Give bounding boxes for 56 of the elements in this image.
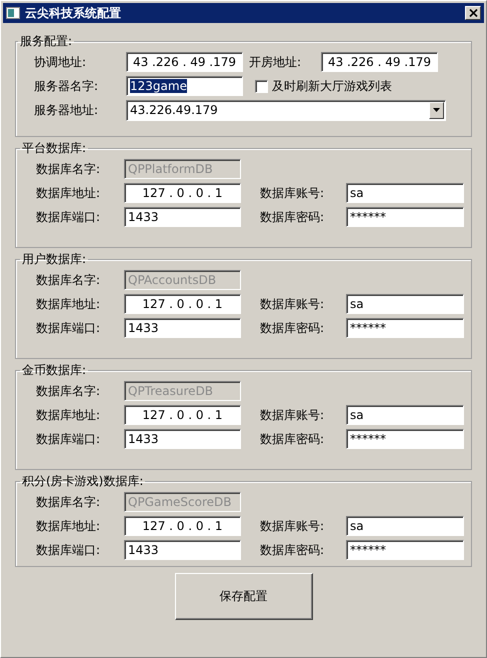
field-label: 数据库名字: [36, 160, 102, 178]
save-button[interactable]: 保存配置 [174, 573, 312, 620]
password-field[interactable]: ****** [346, 318, 464, 338]
field-label: 数据库端口: [36, 430, 102, 448]
field-label: 数据库密码: [259, 208, 326, 226]
ip-address-field[interactable]: 127 . 0 . 0 . 1 [124, 405, 241, 425]
field-label: 数据库账号: [259, 518, 326, 534]
group-title: 用户数据库: [21, 251, 88, 268]
window-icon [6, 7, 20, 19]
input-field[interactable]: 1433 [124, 429, 241, 449]
field-label: 数据库密码: [259, 320, 326, 336]
close-button[interactable] [465, 6, 481, 20]
field-label: 数据库账号: [259, 296, 326, 312]
ip-address-field[interactable]: 127 . 0 . 0 . 1 [124, 183, 241, 203]
field-label: 协调地址: [34, 54, 88, 70]
field-label: 数据库名字: [36, 272, 102, 288]
input-field[interactable]: 1433 [124, 318, 241, 338]
field-label: 数据库名字: [36, 382, 102, 400]
window-title: 云尖科技系统配置 [25, 4, 122, 22]
field-label: 数据库账号: [259, 406, 326, 424]
field-label: 数据库名字: [36, 494, 102, 510]
group-title: 平台数据库: [21, 140, 88, 157]
input-field[interactable]: sa [346, 183, 464, 203]
close-icon[interactable] [468, 9, 478, 17]
field-label: 服务器名字: [34, 78, 100, 94]
field-label: 数据库端口: [36, 320, 102, 336]
ip-address-field[interactable]: 127 . 0 . 0 . 1 [124, 294, 241, 314]
field-label: 数据库地址: [36, 406, 102, 424]
field-label: 数据库地址: [36, 518, 102, 534]
field-label: 数据库地址: [36, 184, 102, 202]
ip-address-field[interactable]: 127 . 0 . 0 . 1 [124, 516, 241, 536]
input-field[interactable]: 1433 [124, 540, 241, 560]
checkbox-label[interactable]: 及时刷新大厅游戏列表 [272, 78, 392, 94]
password-field[interactable]: ****** [346, 540, 464, 560]
password-field[interactable]: ****** [346, 207, 464, 227]
checkbox[interactable] [255, 80, 268, 92]
field-label: 数据库端口: [36, 208, 102, 226]
group-title: 服务配置: [19, 33, 74, 50]
group-title: 积分(房卡游戏)数据库: [21, 473, 144, 490]
field-label: 数据库账号: [259, 184, 326, 202]
dropdown[interactable]: 43.226.49.179 [126, 100, 446, 120]
field-label: 数据库密码: [259, 542, 326, 558]
input-field[interactable]: sa [346, 405, 464, 425]
input-field[interactable]: 123game [126, 76, 243, 96]
field-label: 开房地址: [248, 54, 302, 70]
ip-address-field[interactable]: 43 .226 . 49 .179 [321, 52, 438, 72]
field-label: 数据库端口: [36, 542, 102, 558]
input-field[interactable]: sa [346, 294, 464, 314]
field-label: 服务器地址: [34, 102, 100, 118]
input-field[interactable]: 1433 [124, 207, 241, 227]
field-label: 数据库密码: [259, 430, 326, 448]
input-field[interactable]: sa [346, 516, 464, 536]
password-field[interactable]: ****** [346, 429, 464, 449]
field-label: 数据库地址: [36, 296, 102, 312]
group-title: 金币数据库: [21, 362, 88, 379]
ip-address-field[interactable]: 43 .226 . 49 .179 [126, 52, 243, 72]
